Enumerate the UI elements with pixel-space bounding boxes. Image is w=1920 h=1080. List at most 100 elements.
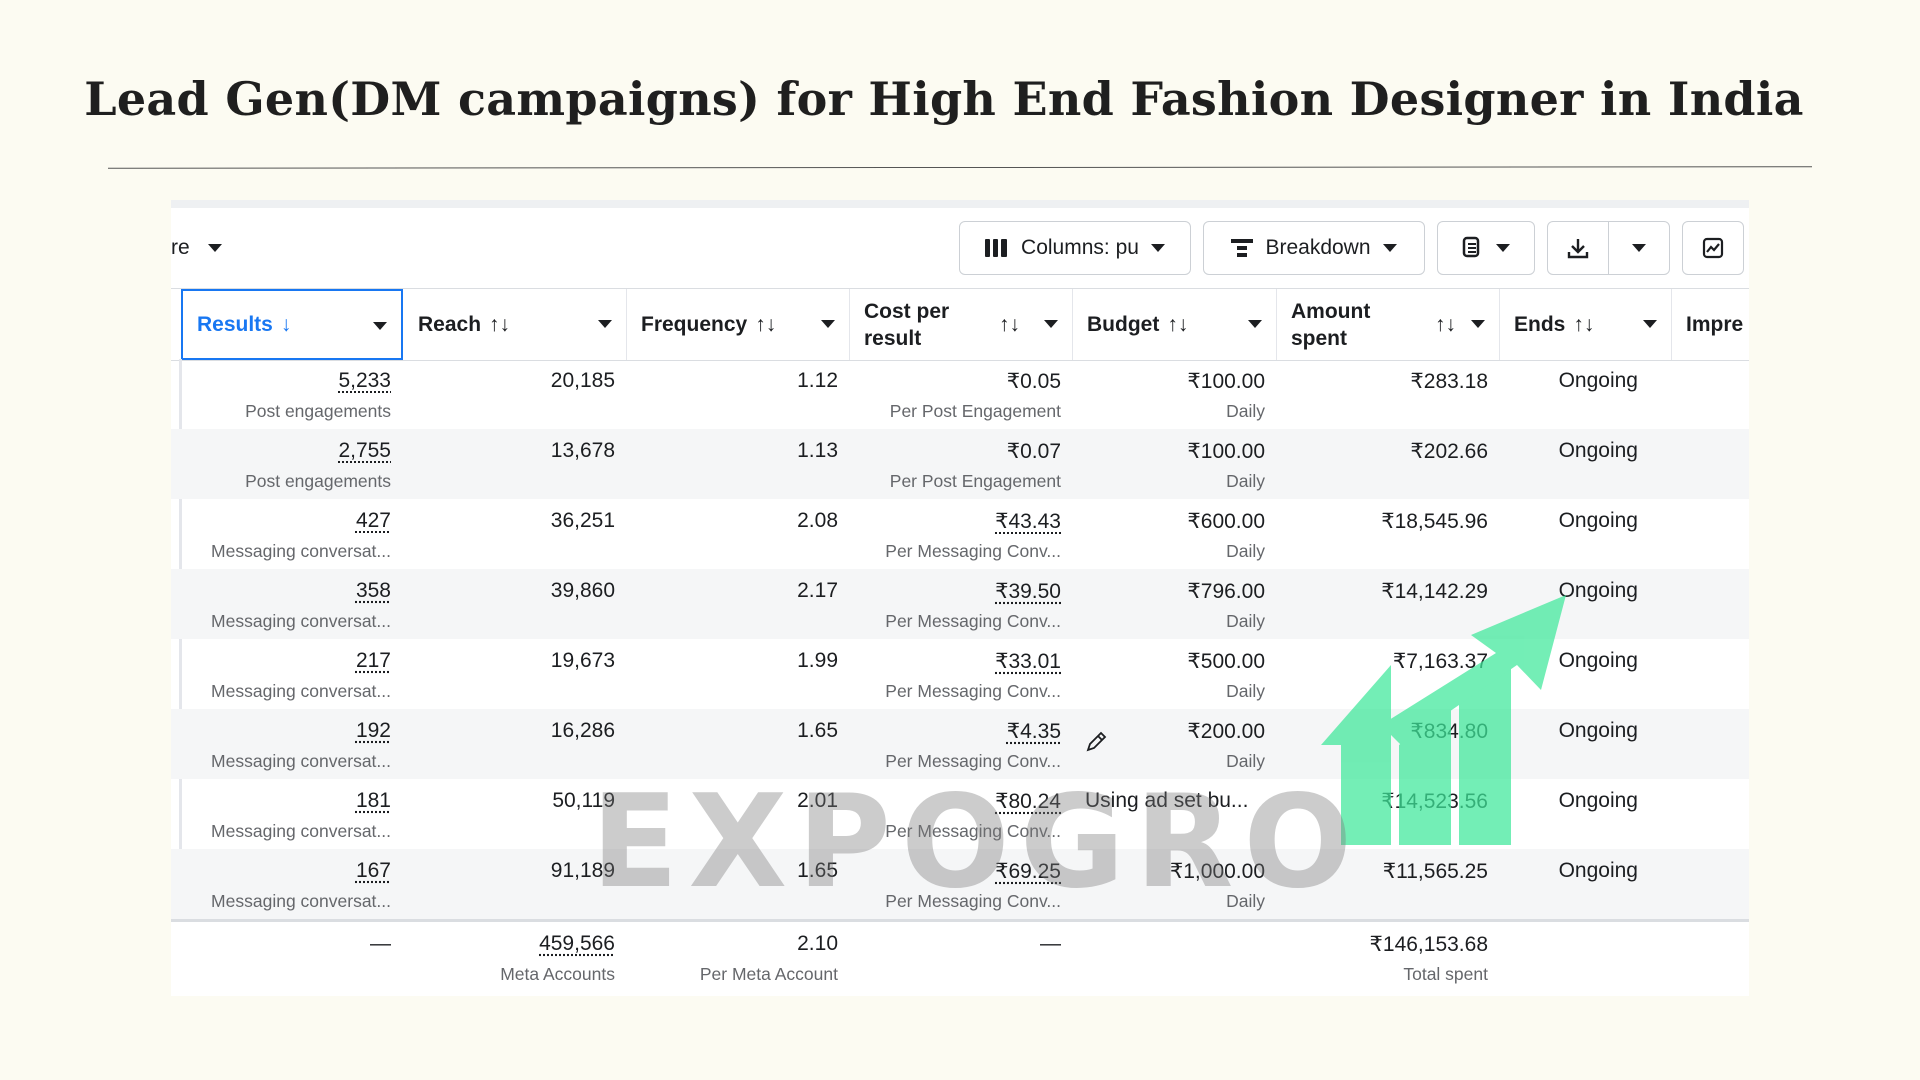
ends-cell: Ongoing — [1500, 429, 1672, 499]
header-ends[interactable]: Ends ↑↓ — [1500, 289, 1672, 360]
cpr-subtext: Per Post Engagement — [889, 401, 1061, 421]
table-row[interactable]: 2,755 Post engagements 13,678 1.13 ₹0.07 Per … — [171, 429, 1749, 499]
total-frequency-sub: Per Meta Account — [699, 964, 838, 984]
reach-cell: 36,251 — [404, 499, 627, 569]
caret-down-icon[interactable] — [821, 320, 835, 328]
header-amount-spent[interactable]: Amount spent ↑↓ — [1277, 289, 1500, 360]
sort-icon[interactable]: ↑↓ — [489, 313, 510, 337]
reach-cell: 13,678 — [404, 429, 627, 499]
total-results: — — [370, 932, 391, 955]
results-value[interactable]: 5,233 — [338, 369, 391, 393]
results-value[interactable]: 2,755 — [338, 439, 391, 463]
frequency-cell: 1.12 — [627, 359, 850, 429]
frequency-cell: 1.13 — [627, 429, 850, 499]
header-cost-per-result-label: Cost per result — [864, 299, 950, 350]
table-row[interactable]: 427 Messaging conversat... 36,251 2.08 ₹43.4… — [171, 499, 1749, 569]
budget-subtext: Daily — [1226, 681, 1265, 701]
results-subtext: Post engagements — [245, 471, 391, 491]
header-budget[interactable]: Budget ↑↓ — [1073, 289, 1277, 360]
caret-down-icon[interactable] — [1471, 320, 1485, 328]
cpr-value[interactable]: ₹39.50 — [995, 579, 1061, 604]
spent-cell: ₹18,545.96 — [1277, 499, 1500, 569]
view-dropdown[interactable]: re — [171, 236, 222, 260]
results-cell: 217 Messaging conversat... — [181, 639, 403, 709]
header-reach-label: Reach — [418, 313, 482, 336]
header-frequency[interactable]: Frequency ↑↓ — [627, 289, 850, 360]
cpr-value[interactable]: ₹33.01 — [995, 649, 1061, 674]
results-value[interactable]: 167 — [356, 859, 391, 883]
caret-down-icon[interactable] — [1044, 320, 1058, 328]
ends-cell: Ongoing — [1500, 359, 1672, 429]
results-value[interactable]: 358 — [356, 579, 391, 603]
reach-value: 16,286 — [550, 719, 615, 742]
view-dropdown-label: re — [171, 236, 190, 259]
budget-cell: ₹500.00 Daily — [1073, 639, 1277, 709]
caret-down-icon[interactable] — [373, 322, 387, 330]
header-results[interactable]: Results ↓ — [181, 289, 403, 360]
sort-icon[interactable]: ↑↓ — [1573, 313, 1594, 337]
results-subtext: Messaging conversat... — [211, 681, 391, 701]
frequency-value: 1.12 — [797, 369, 838, 392]
results-cell: 2,755 Post engagements — [181, 429, 403, 499]
sort-icon[interactable]: ↑↓ — [1167, 313, 1188, 337]
cpr-value[interactable]: ₹43.43 — [995, 509, 1061, 534]
budget-subtext: Daily — [1226, 541, 1265, 561]
total-cpr-cell: — — [850, 922, 1073, 992]
caret-down-icon — [207, 244, 222, 252]
reach-value: 19,673 — [550, 649, 615, 672]
results-subtext: Messaging conversat... — [211, 541, 391, 561]
header-reach[interactable]: Reach ↑↓ — [404, 289, 627, 360]
budget-cell: ₹100.00 Daily — [1073, 429, 1277, 499]
frequency-value: 1.13 — [797, 439, 838, 462]
results-subtext: Messaging conversat... — [211, 751, 391, 771]
sort-icon[interactable]: ↑↓ — [1435, 313, 1456, 337]
results-value[interactable]: 181 — [356, 789, 391, 813]
breakdown-button[interactable]: Breakdown — [1203, 221, 1425, 275]
view-charts-button[interactable] — [1682, 221, 1744, 275]
sort-icon[interactable]: ↑↓ — [999, 313, 1020, 337]
export-menu-button[interactable] — [1608, 221, 1670, 275]
reports-button[interactable] — [1437, 221, 1535, 275]
results-value[interactable]: 217 — [356, 649, 391, 673]
frequency-value: 2.08 — [797, 509, 838, 532]
results-value[interactable]: 192 — [356, 719, 391, 743]
ads-manager-screenshot: re Columns: pu Breakdown Results ↓ Reach… — [171, 200, 1749, 996]
caret-down-icon[interactable] — [1248, 320, 1262, 328]
spent-value: ₹283.18 — [1410, 370, 1488, 393]
top-edge — [171, 200, 1749, 208]
sort-down-icon[interactable]: ↓ — [281, 313, 292, 337]
cpr-cell: ₹0.05 Per Post Engagement — [850, 359, 1073, 429]
header-impressions[interactable]: Impre — [1672, 289, 1749, 360]
frequency-value: 2.17 — [797, 579, 838, 602]
header-amount-spent-label: Amount spent — [1291, 299, 1371, 350]
results-value[interactable]: 427 — [356, 509, 391, 533]
export-button[interactable] — [1547, 221, 1609, 275]
frequency-value: 1.65 — [797, 719, 838, 742]
caret-down-icon[interactable] — [1643, 320, 1657, 328]
ends-value: Ongoing — [1558, 369, 1638, 392]
budget-value: ₹100.00 — [1187, 440, 1265, 463]
header-cost-per-result[interactable]: Cost per result ↑↓ — [850, 289, 1073, 360]
frequency-cell: 2.08 — [627, 499, 850, 569]
cpr-cell: ₹43.43 Per Messaging Conv... — [850, 499, 1073, 569]
columns-button[interactable]: Columns: pu — [959, 221, 1191, 275]
total-cpr: — — [1040, 932, 1061, 955]
caret-down-icon[interactable] — [598, 320, 612, 328]
budget-cell: ₹796.00 Daily — [1073, 569, 1277, 639]
cpr-value: ₹0.05 — [1006, 370, 1061, 393]
budget-value: ₹796.00 — [1187, 580, 1265, 603]
results-subtext: Messaging conversat... — [211, 611, 391, 631]
results-subtext: Post engagements — [245, 401, 391, 421]
table-row[interactable]: 5,233 Post engagements 20,185 1.12 ₹0.05 Per … — [171, 359, 1749, 429]
total-reach[interactable]: 459,566 — [539, 932, 615, 956]
chart-icon — [1702, 237, 1724, 259]
total-spent-sub: Total spent — [1403, 964, 1488, 984]
watermark-text: EXPOGRO — [591, 768, 1363, 917]
edit-pencil-icon[interactable] — [1085, 731, 1107, 753]
cpr-value: ₹0.07 — [1006, 440, 1061, 463]
cpr-cell: ₹0.07 Per Post Engagement — [850, 429, 1073, 499]
cpr-value[interactable]: ₹4.35 — [1007, 719, 1061, 744]
download-icon — [1567, 239, 1589, 259]
sort-icon[interactable]: ↑↓ — [755, 313, 776, 337]
total-results-cell: — — [181, 922, 403, 992]
